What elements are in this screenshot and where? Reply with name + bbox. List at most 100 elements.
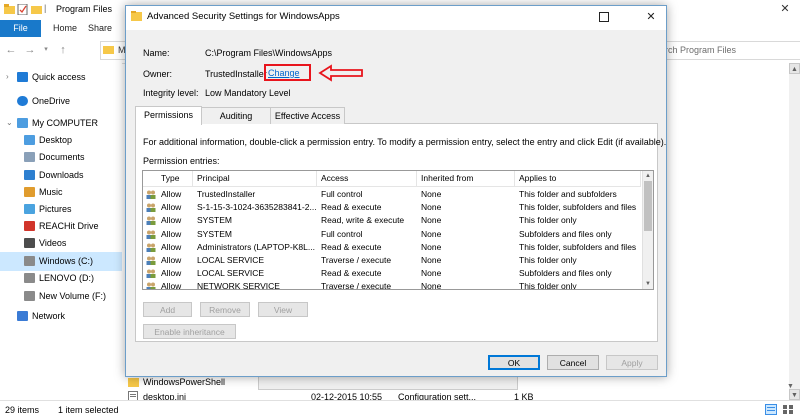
reachit-icon	[24, 221, 35, 231]
large-icons-view-icon[interactable]	[782, 404, 794, 415]
scroll-down-icon[interactable]: ▼	[789, 389, 800, 400]
table-row[interactable]: Allow SYSTEM Read, write & execute None This…	[143, 214, 641, 227]
column-header-applies-to[interactable]: Applies to	[515, 171, 641, 186]
sidebar-item[interactable]: Quick access ›	[0, 68, 122, 87]
cell-access: Traverse / execute	[321, 255, 392, 265]
remove-button[interactable]: Remove	[200, 302, 250, 317]
cancel-button[interactable]: Cancel	[547, 355, 599, 370]
cell-applies: This folder only	[519, 255, 577, 265]
properties-icon[interactable]	[17, 4, 28, 15]
enable-inheritance-button[interactable]: Enable inheritance	[143, 324, 236, 339]
network-icon	[17, 311, 28, 321]
cell-applies: This folder only	[519, 215, 577, 226]
add-button[interactable]: Add	[143, 302, 192, 317]
list-header: Type Principal Access Inherited from App…	[143, 171, 641, 187]
cell-inherited: None	[421, 281, 442, 290]
name-value: C:\Program Files\WindowsApps	[205, 48, 333, 58]
ok-button[interactable]: OK	[488, 355, 540, 370]
sidebar-item[interactable]: Videos	[0, 234, 122, 253]
horizontal-scrollbar[interactable]	[258, 376, 518, 390]
drive-icon	[24, 256, 35, 266]
cell-inherited: None	[421, 228, 442, 239]
table-row[interactable]: Allow LOCAL SERVICE Traverse / execute None…	[143, 254, 641, 267]
entries-scrollbar[interactable]: ▲ ▼	[642, 171, 653, 289]
pictures-folder-icon	[24, 204, 35, 214]
table-row[interactable]: Allow Administrators (LAPTOP-K8L... Read &…	[143, 241, 641, 254]
new-folder-icon[interactable]	[31, 4, 42, 15]
tab-permissions[interactable]: Permissions	[135, 106, 202, 125]
back-arrow-icon[interactable]: ←	[5, 44, 17, 56]
status-bar	[0, 400, 800, 420]
scroll-down-icon[interactable]: ▼	[787, 383, 794, 390]
table-row[interactable]: Allow NETWORK SERVICE Traverse / execute No…	[143, 280, 641, 290]
permission-entries-list[interactable]: Type Principal Access Inherited from App…	[142, 170, 654, 290]
column-header-access[interactable]: Access	[317, 171, 417, 186]
cell-access: Read, write & execute	[321, 215, 405, 226]
file-name[interactable]: WindowsPowerShell	[143, 377, 225, 391]
forward-arrow-icon[interactable]: →	[24, 44, 36, 56]
chevron-right-icon[interactable]: ›	[6, 72, 9, 81]
cloud-icon	[17, 96, 28, 106]
sidebar-item[interactable]: OneDrive	[0, 92, 122, 111]
sidebar-item-label: Quick access	[32, 72, 86, 82]
cell-access: Traverse / execute	[321, 281, 392, 290]
cell-inherited: None	[421, 215, 442, 226]
sidebar-item-label: OneDrive	[32, 96, 71, 106]
computer-icon	[17, 118, 28, 128]
cell-principal: Administrators (LAPTOP-K8L...	[197, 241, 315, 252]
sidebar-item-label: Network	[32, 311, 66, 321]
recent-dropdown-icon[interactable]: ▾	[40, 44, 52, 56]
sidebar-item-label: Windows (C:)	[39, 256, 94, 266]
column-header-type[interactable]: Type	[143, 171, 193, 186]
downloads-folder-icon	[24, 170, 35, 180]
tab-auditing[interactable]: Auditing	[200, 107, 272, 124]
cell-access: Read & execute	[321, 268, 382, 279]
table-row[interactable]: Allow LOCAL SERVICE Read & execute None Subf…	[143, 267, 641, 280]
ribbon-tab-home[interactable]: Home	[53, 20, 77, 37]
sidebar-item[interactable]: Documents	[0, 148, 122, 167]
column-header-principal[interactable]: Principal	[193, 171, 317, 186]
integrity-value: Low Mandatory Level	[205, 88, 291, 98]
folder-icon	[4, 4, 15, 14]
view-button[interactable]: View	[258, 302, 308, 317]
close-icon[interactable]: ✕	[638, 7, 664, 27]
file-list-scrollbar[interactable]: ▲ ▼	[789, 63, 800, 400]
documents-folder-icon	[24, 152, 35, 162]
table-row[interactable]: Allow TrustedInstaller Full control None Thi…	[143, 188, 641, 201]
sidebar-item-label: Videos	[39, 238, 67, 248]
sidebar-item[interactable]: New Volume (F:)	[0, 287, 122, 306]
cell-principal: LOCAL SERVICE	[197, 255, 265, 265]
maximize-icon[interactable]	[591, 7, 617, 27]
scroll-down-icon[interactable]: ▼	[643, 279, 653, 289]
scroll-up-icon[interactable]: ▲	[789, 63, 800, 74]
column-header-inherited[interactable]: Inherited from	[417, 171, 515, 186]
cell-inherited: None	[421, 268, 442, 279]
cell-applies: This folder and subfolders	[519, 189, 617, 199]
cell-principal: NETWORK SERVICE	[197, 281, 280, 290]
sidebar-item-label: Music	[39, 187, 63, 197]
scroll-thumb[interactable]	[644, 181, 652, 231]
chevron-down-icon[interactable]: ⌄	[6, 118, 13, 127]
sidebar-item[interactable]: Network	[0, 307, 122, 326]
explorer-close-icon[interactable]: ✕	[775, 2, 795, 18]
ribbon-tab-share[interactable]: Share	[88, 20, 112, 37]
apply-button[interactable]: Apply	[606, 355, 658, 370]
table-row[interactable]: Allow SYSTEM Full control None Subfolders an…	[143, 228, 641, 241]
scroll-up-icon[interactable]: ▲	[643, 171, 653, 181]
owner-label: Owner:	[143, 69, 173, 79]
name-label: Name:	[143, 48, 170, 58]
table-row[interactable]: Allow S-1-15-3-1024-3635283841-2... Read &…	[143, 201, 641, 214]
sidebar-item-label: New Volume (F:)	[39, 291, 107, 301]
cell-access: Read & execute	[321, 202, 382, 213]
details-view-icon[interactable]	[765, 404, 777, 415]
folder-lock-icon	[131, 11, 142, 21]
cell-applies: This folder only	[519, 281, 577, 290]
up-arrow-icon[interactable]: ↑	[57, 44, 69, 56]
sidebar-item-label: My COMPUTER	[32, 118, 98, 128]
tab-effective-access[interactable]: Effective Access	[270, 107, 345, 124]
drive-icon	[24, 273, 35, 283]
videos-folder-icon	[24, 238, 35, 248]
sidebar-item[interactable]: LENOVO (D:)	[0, 269, 122, 288]
qat-dropdown-icon[interactable]: |	[44, 3, 46, 13]
ribbon-tab-file[interactable]: File	[0, 20, 41, 37]
